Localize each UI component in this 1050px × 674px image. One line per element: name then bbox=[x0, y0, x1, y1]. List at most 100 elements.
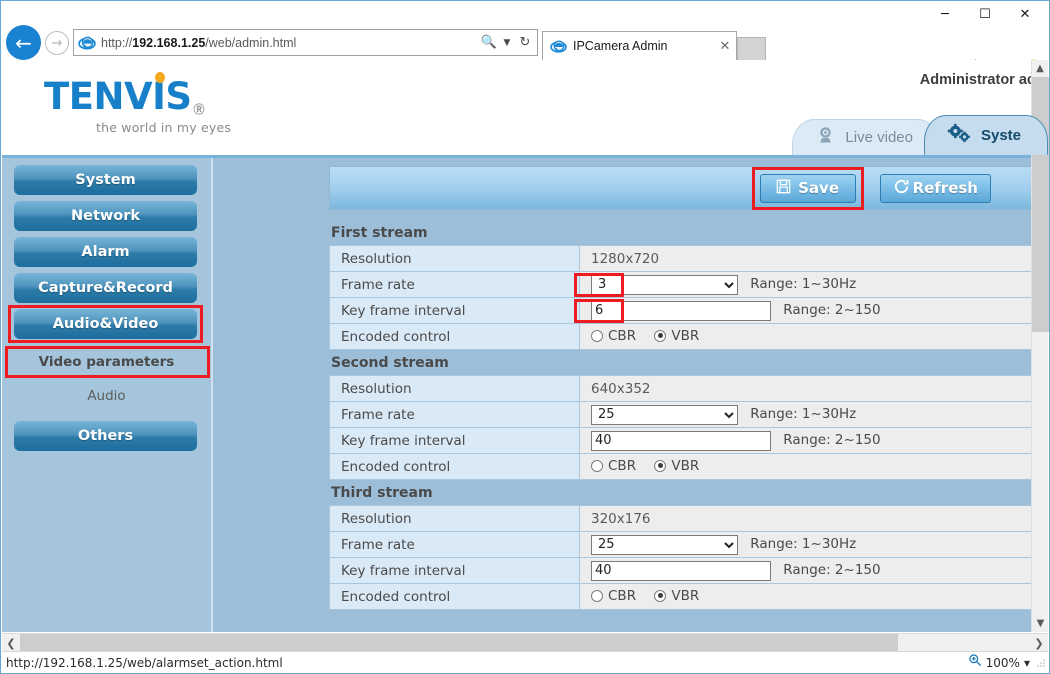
frame-rate-range-note: Range: 1~30Hz bbox=[750, 406, 857, 422]
encoded-control-label: Encoded control bbox=[329, 453, 580, 480]
chevron-down-icon[interactable]: ▼ bbox=[501, 30, 513, 55]
sidebar-item-label: Video parameters bbox=[38, 354, 175, 370]
address-bar[interactable]: http://192.168.1.25/web/admin.html 🔍 ▼ ↻ bbox=[73, 29, 538, 56]
frame-rate-label: Frame rate bbox=[329, 401, 580, 428]
horizontal-scrollbar[interactable]: ❮ ❯ bbox=[2, 633, 1048, 652]
cbr-radio-group[interactable]: CBR bbox=[591, 458, 636, 474]
browser-window: ─ ☐ ✕ ← → http://192.168.1.25/web/admin.… bbox=[0, 0, 1050, 674]
save-button[interactable]: Save bbox=[751, 166, 864, 210]
table-row: Key frame interval Range: 2~150 bbox=[329, 557, 1036, 584]
horizontal-scroll-thumb[interactable] bbox=[20, 634, 898, 652]
chevron-down-icon[interactable]: ▾ bbox=[1024, 656, 1030, 670]
key-frame-interval-input[interactable] bbox=[591, 430, 771, 451]
sidebar-item-capture-record[interactable]: Capture&Record bbox=[14, 273, 197, 303]
floppy-disk-icon bbox=[776, 179, 791, 198]
frame-rate-select[interactable]: 3 bbox=[591, 274, 738, 295]
close-tab-icon[interactable]: ✕ bbox=[714, 39, 736, 54]
vbr-radio[interactable] bbox=[654, 589, 667, 602]
refresh-icon[interactable]: ↻ bbox=[513, 30, 537, 55]
table-row: Resolution 320x176 bbox=[329, 505, 1036, 532]
vbr-radio[interactable] bbox=[654, 329, 667, 342]
sidebar-item-video-parameters[interactable]: Video parameters bbox=[5, 346, 210, 378]
sidebar-item-others[interactable]: Others bbox=[14, 421, 197, 451]
frame-rate-cell: 25 Range: 1~30Hz bbox=[579, 531, 1036, 558]
sidebar-item-audio[interactable]: Audio bbox=[12, 383, 201, 409]
back-arrow-icon: ← bbox=[15, 30, 32, 55]
cbr-radio[interactable] bbox=[591, 589, 603, 602]
vbr-radio-group[interactable]: VBR bbox=[654, 328, 699, 344]
zoom-control[interactable]: 100% ▾ bbox=[968, 653, 1030, 672]
resolution-value: 1280x720 bbox=[579, 245, 1036, 272]
first-stream-table: Resolution 1280x720 Frame rate 3 Range: … bbox=[329, 245, 1036, 350]
key-frame-interval-cell: Range: 2~150 bbox=[579, 427, 1036, 454]
sidebar-item-system[interactable]: System bbox=[14, 165, 197, 195]
cbr-label: CBR bbox=[608, 327, 637, 344]
sidebar-item-network[interactable]: Network bbox=[14, 201, 197, 231]
key-frame-interval-input[interactable] bbox=[591, 300, 771, 321]
frame-rate-select[interactable]: 25 bbox=[591, 534, 738, 555]
key-frame-interval-cell: Range: 2~150 bbox=[579, 557, 1036, 584]
logo-tagline: the world in my eyes bbox=[96, 120, 232, 135]
minimize-button[interactable]: ─ bbox=[925, 1, 965, 27]
scroll-left-icon[interactable]: ❮ bbox=[2, 634, 20, 652]
close-window-button[interactable]: ✕ bbox=[1005, 1, 1045, 27]
sidebar-item-alarm[interactable]: Alarm bbox=[14, 237, 197, 267]
back-button[interactable]: ← bbox=[6, 25, 41, 60]
cbr-radio[interactable] bbox=[591, 329, 603, 342]
frame-rate-select[interactable]: 25 bbox=[591, 404, 738, 425]
forward-button[interactable]: → bbox=[45, 31, 69, 55]
refresh-button[interactable]: Refresh bbox=[879, 173, 991, 203]
key-frame-interval-label: Key frame interval bbox=[329, 427, 580, 454]
page-viewport: TENVIS Ⓡ the world in my eyes Administrat… bbox=[2, 60, 1048, 632]
tab-label: Syste bbox=[980, 127, 1021, 144]
sidebar-item-label: Network bbox=[70, 208, 141, 224]
second-stream-table: Resolution 640x352 Frame rate 25 Range: … bbox=[329, 375, 1036, 480]
action-toolbar: Save Refresh bbox=[329, 166, 1036, 210]
cbr-radio-group[interactable]: CBR bbox=[591, 588, 636, 604]
maximize-button[interactable]: ☐ bbox=[965, 1, 1005, 27]
sidebar-item-label: Audio&Video bbox=[52, 316, 159, 332]
cbr-radio-group[interactable]: CBR bbox=[591, 328, 636, 344]
vbr-label: VBR bbox=[671, 327, 700, 344]
new-tab-button[interactable] bbox=[737, 37, 766, 60]
browser-tab[interactable]: IPCamera Admin ✕ bbox=[542, 31, 737, 60]
vbr-radio-group[interactable]: VBR bbox=[654, 588, 699, 604]
frame-rate-label: Frame rate bbox=[329, 531, 580, 558]
key-frame-interval-label: Key frame interval bbox=[329, 557, 580, 584]
table-row: Resolution 640x352 bbox=[329, 375, 1036, 402]
tenvis-logo: TENVIS Ⓡ the world in my eyes bbox=[44, 72, 232, 135]
sidebar-menu: System Network Alarm Capture&Record Audi… bbox=[2, 158, 213, 632]
frame-rate-cell: 3 Range: 1~30Hz bbox=[574, 271, 1036, 298]
circular-arrow-icon bbox=[893, 178, 910, 199]
resize-grip-icon[interactable] bbox=[1036, 658, 1046, 668]
window-controls: ─ ☐ ✕ bbox=[925, 1, 1045, 27]
resolution-value: 640x352 bbox=[579, 375, 1036, 402]
site-header: TENVIS Ⓡ the world in my eyes Administrat… bbox=[2, 60, 1048, 158]
table-row: Resolution 1280x720 bbox=[329, 245, 1036, 272]
vertical-scroll-thumb[interactable] bbox=[1032, 77, 1049, 332]
key-frame-interval-input[interactable] bbox=[591, 560, 771, 581]
cbr-radio[interactable] bbox=[591, 459, 603, 472]
resolution-label: Resolution bbox=[329, 505, 580, 532]
refresh-label: Refresh bbox=[912, 179, 978, 197]
resolution-label: Resolution bbox=[329, 375, 580, 402]
page-body: System Network Alarm Capture&Record Audi… bbox=[2, 158, 1048, 632]
encoded-control-cell: CBR VBR bbox=[579, 453, 1036, 480]
table-row: Frame rate 25 Range: 1~30Hz bbox=[329, 401, 1036, 428]
tab-system[interactable]: Syste bbox=[923, 115, 1048, 155]
scroll-right-icon[interactable]: ❯ bbox=[1030, 634, 1048, 652]
gears-icon bbox=[947, 123, 972, 148]
sidebar-item-label: Audio bbox=[87, 388, 126, 404]
search-icon[interactable]: 🔍 bbox=[477, 30, 501, 55]
vbr-radio-group[interactable]: VBR bbox=[654, 458, 699, 474]
content-panel: Save Refresh First stream Resolution 128… bbox=[213, 158, 1048, 632]
frame-rate-cell: 25 Range: 1~30Hz bbox=[579, 401, 1036, 428]
vbr-radio[interactable] bbox=[654, 459, 667, 472]
cbr-label: CBR bbox=[608, 587, 637, 604]
sidebar-item-audio-video[interactable]: Audio&Video bbox=[8, 305, 203, 343]
resolution-value: 320x176 bbox=[579, 505, 1036, 532]
tab-live-video[interactable]: Live video bbox=[792, 119, 940, 155]
scroll-down-icon[interactable]: ▼ bbox=[1032, 615, 1049, 632]
sidebar-item-label: System bbox=[75, 172, 136, 188]
scroll-up-icon[interactable]: ▲ bbox=[1032, 60, 1048, 77]
